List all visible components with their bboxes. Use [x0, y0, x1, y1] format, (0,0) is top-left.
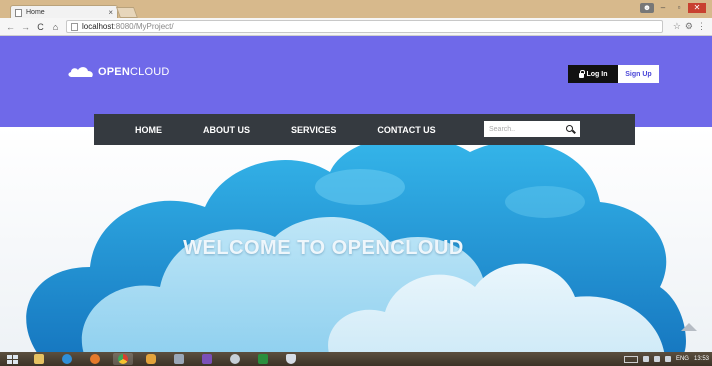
network-icon[interactable]	[642, 356, 649, 362]
scroll-to-top-icon[interactable]	[681, 323, 697, 331]
internet-explorer-icon[interactable]	[57, 353, 77, 365]
browser-toolbar: ← → C ⌂ localhost :8080/MyProject/ ☆ ⚙ ⋮	[0, 18, 712, 36]
search-icon[interactable]	[566, 124, 575, 134]
tab-close-icon[interactable]: ×	[108, 8, 113, 17]
minimize-button[interactable]: –	[656, 3, 670, 13]
site-logo[interactable]: OPENCLOUD	[67, 66, 170, 78]
hero-heading-wrap: WELCOME TO OPENCLOUD	[0, 237, 712, 260]
menu-icon[interactable]: ⋮	[697, 21, 706, 32]
hero-heading: WELCOME TO OPENCLOUD	[183, 237, 464, 259]
system-tray: ENG 13:53	[623, 355, 709, 363]
tab-home[interactable]: Home ×	[10, 5, 118, 19]
page-icon	[71, 22, 78, 31]
search-input[interactable]: Search..	[489, 126, 515, 133]
maximize-button[interactable]: ▫	[672, 3, 686, 13]
file-explorer-icon[interactable]	[29, 353, 49, 365]
window-controls: ☻ – ▫ ✕	[640, 3, 706, 13]
nav-home[interactable]: HOME	[135, 125, 162, 135]
new-tab-button[interactable]	[115, 7, 139, 18]
battery-icon[interactable]	[664, 356, 671, 362]
forward-button[interactable]: →	[21, 22, 30, 32]
brand-name: OPENCLOUD	[98, 66, 170, 78]
language-indicator[interactable]: ENG	[676, 356, 689, 362]
nav-services[interactable]: SERVICES	[291, 125, 336, 135]
lock-icon	[578, 69, 585, 78]
visual-studio-icon[interactable]	[197, 353, 217, 365]
browser-chrome: Home × ☻ – ▫ ✕ ← → C ⌂ localhost :8080/M…	[0, 0, 712, 36]
home-button[interactable]: ⌂	[51, 22, 60, 32]
cloud-logo-icon	[68, 67, 93, 77]
os-taskbar: ENG 13:53	[0, 352, 712, 366]
people-icon[interactable]	[225, 353, 245, 365]
hero-section: WELCOME TO OPENCLOUD	[0, 127, 712, 352]
login-button[interactable]: Log In	[568, 65, 618, 83]
tab-strip: Home × ☻ – ▫ ✕	[0, 0, 712, 19]
brand-light: CLOUD	[129, 66, 170, 78]
shield-icon[interactable]	[281, 353, 301, 365]
web-page: OPENCLOUD Log In Sign Up WELCOME TO OPEN…	[0, 36, 712, 352]
mail-icon[interactable]	[169, 353, 189, 365]
paint-icon[interactable]	[141, 353, 161, 365]
toolbar-icons: ☆ ⚙ ⋮	[673, 21, 706, 32]
search-box[interactable]: Search..	[484, 121, 580, 137]
brand-bold: OPEN	[98, 66, 130, 78]
keyboard-icon[interactable]	[623, 355, 638, 363]
start-button[interactable]	[3, 353, 21, 365]
chrome-icon[interactable]	[113, 353, 133, 365]
firefox-icon[interactable]	[85, 353, 105, 365]
clock[interactable]: 13:53	[694, 356, 709, 362]
volume-icon[interactable]	[653, 356, 660, 362]
nav-contact-us[interactable]: CONTACT US	[377, 125, 435, 135]
close-window-button[interactable]: ✕	[688, 3, 706, 13]
reload-button[interactable]: C	[36, 22, 45, 32]
nav-about-us[interactable]: ABOUT US	[203, 125, 250, 135]
tab-title: Home	[26, 9, 45, 16]
page-icon	[15, 8, 22, 17]
url-path: :8080/MyProject/	[113, 22, 174, 31]
extension-icon[interactable]: ⚙	[685, 21, 693, 32]
back-button[interactable]: ←	[6, 22, 15, 32]
terminal-icon[interactable]	[253, 353, 273, 365]
bookmark-star-icon[interactable]: ☆	[673, 21, 681, 32]
signup-button[interactable]: Sign Up	[618, 65, 659, 83]
auth-buttons: Log In Sign Up	[568, 65, 659, 83]
user-icon[interactable]: ☻	[640, 3, 654, 13]
login-label: Log In	[586, 70, 608, 78]
address-bar[interactable]: localhost :8080/MyProject/	[66, 20, 663, 33]
url-host: localhost	[82, 22, 114, 31]
main-navbar: HOME ABOUT US SERVICES CONTACT US Search…	[94, 114, 635, 145]
